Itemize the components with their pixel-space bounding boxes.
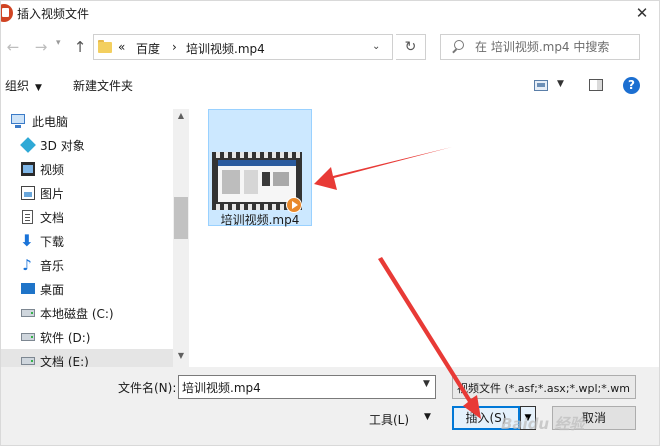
file-name-label: 培训视频.mp4 (220, 213, 300, 227)
3d-objects-icon (20, 137, 36, 153)
forward-arrow-icon[interactable]: → (31, 37, 51, 57)
filename-input[interactable] (182, 379, 412, 395)
search-box (440, 34, 640, 60)
up-folder-icon[interactable]: ↑ (71, 37, 89, 57)
back-arrow-icon[interactable]: ← (3, 37, 23, 57)
sidebar-item-label: 文档 (40, 211, 65, 225)
drive-icon (21, 357, 35, 365)
download-icon: ⬇ (20, 231, 34, 250)
drive-icon (21, 309, 35, 317)
sidebar-item-desktop[interactable]: 桌面 (1, 277, 173, 301)
organize-caret-icon: ▼ (35, 83, 42, 93)
filename-field[interactable]: ▼ (178, 375, 436, 399)
tools-menu-button[interactable]: 工具(L) ▼ (366, 408, 441, 430)
preview-pane-icon[interactable] (589, 79, 603, 91)
file-type-value: 视频文件 (*.asf;*.asx;*.wpl;*.wm (457, 382, 630, 395)
search-icon (451, 40, 465, 54)
window-title: 插入视频文件 (17, 7, 90, 21)
tools-caret-icon: ▼ (424, 412, 431, 422)
organize-menu[interactable]: 组织 ▼ (5, 77, 42, 94)
help-icon[interactable]: ? (623, 77, 640, 94)
address-bar[interactable]: « 百度 › 培训视频.mp4 ⌄ (93, 34, 393, 60)
navigation-bar: ← → ▾ ↑ « 百度 › 培训视频.mp4 ⌄ ↻ (1, 33, 659, 63)
filename-history-dropdown-icon[interactable]: ▼ (423, 379, 430, 389)
breadcrumb-current-folder[interactable]: 培训视频.mp4 (186, 40, 265, 57)
recent-locations-dropdown-icon[interactable]: ▾ (56, 38, 61, 48)
sidebar-item-documents[interactable]: 文档 (1, 205, 173, 229)
drive-icon (21, 333, 35, 341)
sidebar-item-music[interactable]: ♪ 音乐 (1, 253, 173, 277)
address-history-dropdown-icon[interactable]: ⌄ (372, 41, 380, 52)
computer-icon (11, 114, 25, 128)
sidebar-item-label: 此电脑 (32, 115, 69, 129)
refresh-icon[interactable]: ↻ (396, 34, 426, 60)
sidebar-item-label: 视频 (40, 163, 65, 177)
organize-label: 组织 (5, 79, 30, 93)
search-input[interactable] (475, 39, 635, 55)
sidebar-item-3d-objects[interactable]: 3D 对象 (1, 133, 173, 157)
sidebar-item-this-pc[interactable]: 此电脑 (1, 109, 173, 133)
sidebar-item-label: 下载 (40, 235, 65, 249)
sidebar-item-drive-e[interactable]: 文档 (E:) (1, 349, 173, 367)
baidu-watermark: Baidu 经验 (501, 415, 585, 433)
sidebar-item-drive-d[interactable]: 软件 (D:) (1, 325, 173, 349)
dialog-footer: 文件名(N): ▼ 视频文件 (*.asf;*.asx;*.wpl;*.wm 工… (1, 367, 659, 445)
filename-label: 文件名(N): (118, 381, 177, 395)
breadcrumb-overflow[interactable]: « (118, 40, 125, 54)
music-icon: ♪ (22, 256, 32, 274)
insert-video-dialog: 插入视频文件 ✕ ← → ▾ ↑ « 百度 › 培训视频.mp4 ⌄ ↻ 组织 ▼… (0, 0, 660, 446)
sidebar-item-label: 图片 (40, 187, 65, 201)
sidebar-item-label: 本地磁盘 (C:) (40, 307, 114, 321)
sidebar-item-videos[interactable]: 视频 (1, 157, 173, 181)
sidebar-item-label: 软件 (D:) (40, 331, 91, 345)
command-toolbar: 组织 ▼ 新建文件夹 ▼ ? (1, 71, 659, 101)
sidebar-item-label: 桌面 (40, 283, 65, 297)
file-list-scrollbar (641, 101, 659, 367)
sidebar-item-label: 文档 (E:) (40, 355, 89, 367)
sidebar-item-drive-c[interactable]: 本地磁盘 (C:) (1, 301, 173, 325)
close-button[interactable]: ✕ (623, 1, 659, 25)
powerpoint-app-icon (1, 4, 13, 22)
sidebar-item-pictures[interactable]: 图片 (1, 181, 173, 205)
title-bar: 插入视频文件 ✕ (1, 1, 659, 27)
new-folder-button[interactable]: 新建文件夹 (73, 77, 133, 94)
scroll-up-icon[interactable]: ▲ (173, 109, 189, 123)
breadcrumb-baidu[interactable]: 百度 (136, 40, 160, 57)
folder-icon (98, 40, 112, 54)
view-options-dropdown-icon[interactable]: ▼ (557, 79, 564, 89)
sidebar-item-downloads[interactable]: ⬇ 下载 (1, 229, 173, 253)
navigation-pane: 此电脑 3D 对象 视频 图片 文档 ⬇ 下载 ♪ 音乐 桌面 本地磁盘 (C:… (1, 109, 189, 367)
scroll-down-icon[interactable]: ▼ (173, 349, 189, 363)
sidebar-item-label: 3D 对象 (40, 139, 85, 153)
file-item-selected[interactable]: 培训视频.mp4 (208, 109, 312, 227)
change-view-icon[interactable] (534, 80, 548, 91)
pictures-icon (21, 186, 35, 200)
scrollbar-thumb[interactable] (174, 197, 188, 239)
breadcrumb-separator: › (172, 40, 177, 54)
file-type-select[interactable]: 视频文件 (*.asf;*.asx;*.wpl;*.wm (452, 375, 636, 399)
tools-label: 工具(L) (369, 413, 410, 427)
documents-icon (22, 210, 33, 224)
sidebar-scrollbar[interactable]: ▲ ▼ (173, 109, 189, 367)
sidebar-item-label: 音乐 (40, 259, 65, 273)
video-folder-icon (21, 162, 35, 176)
desktop-icon (21, 283, 35, 294)
file-list-area: 培训视频.mp4 (189, 101, 659, 367)
